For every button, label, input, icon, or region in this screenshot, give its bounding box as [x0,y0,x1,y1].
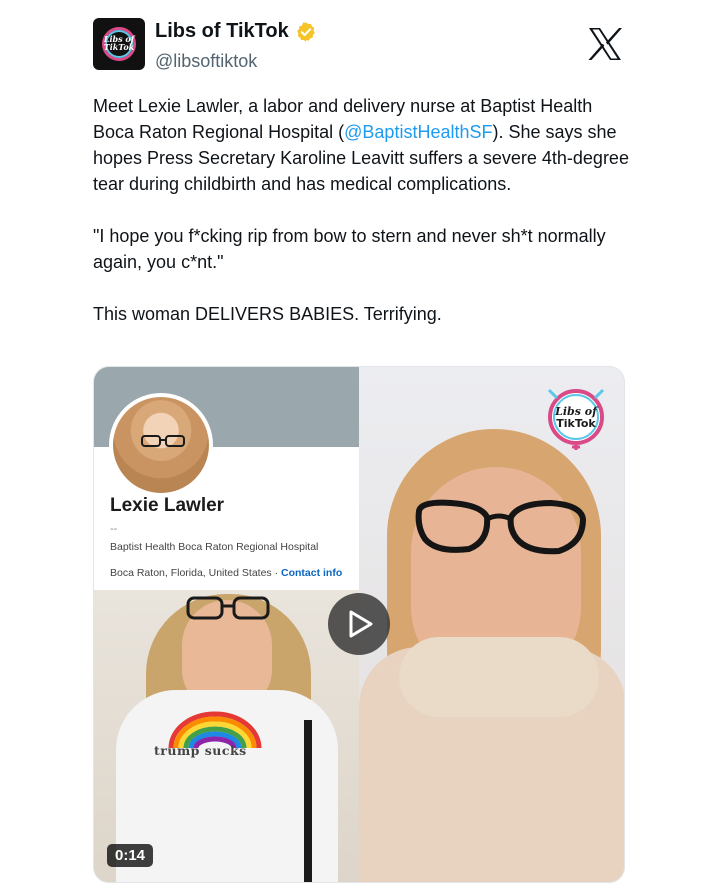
glasses-icon [186,596,270,620]
display-name[interactable]: Libs of TikTok [155,20,289,43]
shirt-photo: trump sucks [94,590,359,882]
play-icon [349,610,373,638]
tweet-paragraph-2: "I hope you f*cking rip from bow to ster… [93,226,606,272]
verified-badge-icon [296,21,315,42]
profile-location: Boca Raton, Florida, United States · [110,567,281,579]
media-left-panel: Lexie Lawler -- Baptist Health Boca Rato… [94,367,359,882]
name-row: Libs of TikTok [155,20,317,43]
libs-of-tiktok-watermark-icon: Libs of TikTok [547,388,605,450]
avatar-text-line2: TikTok [103,42,135,52]
tweet-header: Libs of TikTok Libs of TikTok @libsoftik… [93,18,633,74]
profile-photo [109,393,213,497]
x-logo-icon[interactable] [587,26,623,62]
video-duration-badge: 0:14 [107,844,154,867]
avatar-logo-text: Libs of TikTok [93,35,145,51]
shirt-text: trump sucks [154,743,247,758]
video-media[interactable]: Lexie Lawler -- Baptist Health Boca Rato… [93,366,625,883]
profile-location-row: Boca Raton, Florida, United States · Con… [110,567,342,579]
play-button[interactable] [328,593,390,655]
profile-name: Lexie Lawler [110,495,225,516]
bag-strap [304,720,312,882]
video-collar [399,637,599,717]
watermark-line2: TikTok [556,417,596,430]
tweet-paragraph-3: This woman DELIVERS BABIES. Terrifying. [93,304,442,324]
glasses-icon [415,499,587,555]
tweet-text: Meet Lexie Lawler, a labor and delivery … [93,93,633,353]
glasses-icon [141,435,185,447]
contact-info-link: Contact info [281,567,343,579]
handle[interactable]: @libsoftiktok [155,51,257,72]
profile-headline: -- [110,523,118,535]
tweet-paragraph-1: Meet Lexie Lawler, a labor and delivery … [93,93,633,197]
mention-link[interactable]: @BaptistHealthSF [344,122,492,142]
avatar[interactable]: Libs of TikTok [93,18,145,70]
profile-employer: Baptist Health Boca Raton Regional Hospi… [110,541,319,553]
